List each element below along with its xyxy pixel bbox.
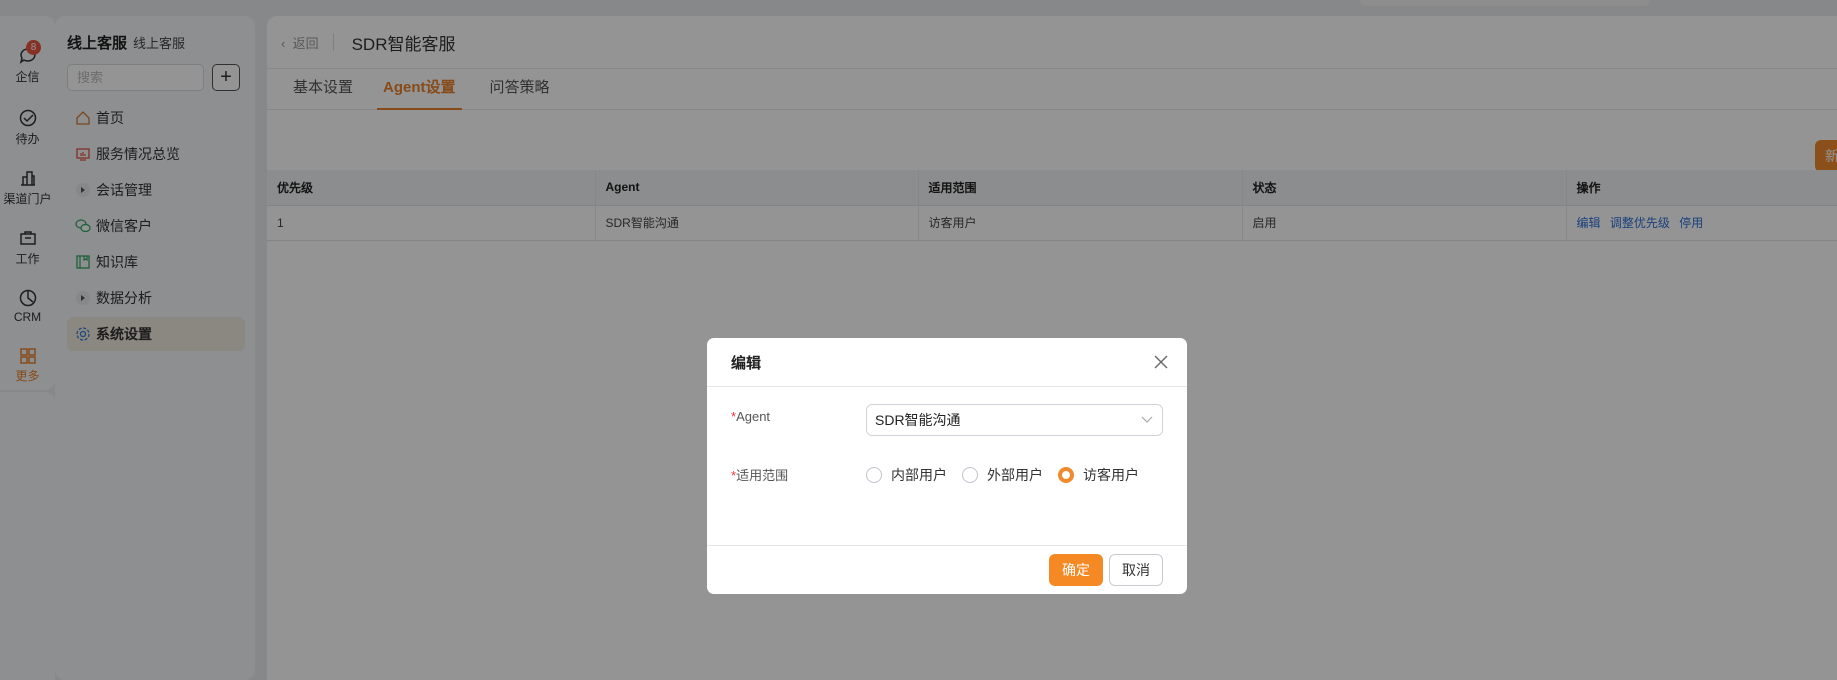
agent-label: *Agent <box>731 409 770 424</box>
scope-label-text: 适用范围 <box>736 468 789 483</box>
chevron-down-icon <box>1141 416 1153 423</box>
scope-radio-visitor[interactable]: 访客用户 <box>1058 465 1139 485</box>
dialog-footer: 确定 取消 <box>707 545 1187 594</box>
agent-select[interactable]: SDR智能沟通 <box>866 404 1163 436</box>
scope-radio-group: 内部用户 外部用户 访客用户 <box>866 465 1154 485</box>
edit-dialog: 编辑 *Agent SDR智能沟通 *适用范围 内部用户 外部用户 访客用户 确… <box>707 338 1187 594</box>
radio-circle[interactable] <box>962 467 978 483</box>
dialog-title: 编辑 <box>731 354 762 372</box>
scope-radio-internal[interactable]: 内部用户 <box>866 465 947 485</box>
confirm-button[interactable]: 确定 <box>1049 554 1103 586</box>
dialog-header: 编辑 <box>707 338 1187 387</box>
agent-label-text: Agent <box>736 409 771 424</box>
radio-label: 外部用户 <box>987 467 1043 483</box>
cancel-button[interactable]: 取消 <box>1109 554 1163 586</box>
radio-label: 内部用户 <box>891 467 947 483</box>
radio-label: 访客用户 <box>1083 467 1139 483</box>
scope-label: *适用范围 <box>731 465 788 484</box>
scope-radio-external[interactable]: 外部用户 <box>962 465 1043 485</box>
radio-circle[interactable] <box>866 467 882 483</box>
close-icon[interactable] <box>1153 354 1169 370</box>
agent-select-value: SDR智能沟通 <box>875 412 961 428</box>
radio-circle-selected[interactable] <box>1058 467 1074 483</box>
